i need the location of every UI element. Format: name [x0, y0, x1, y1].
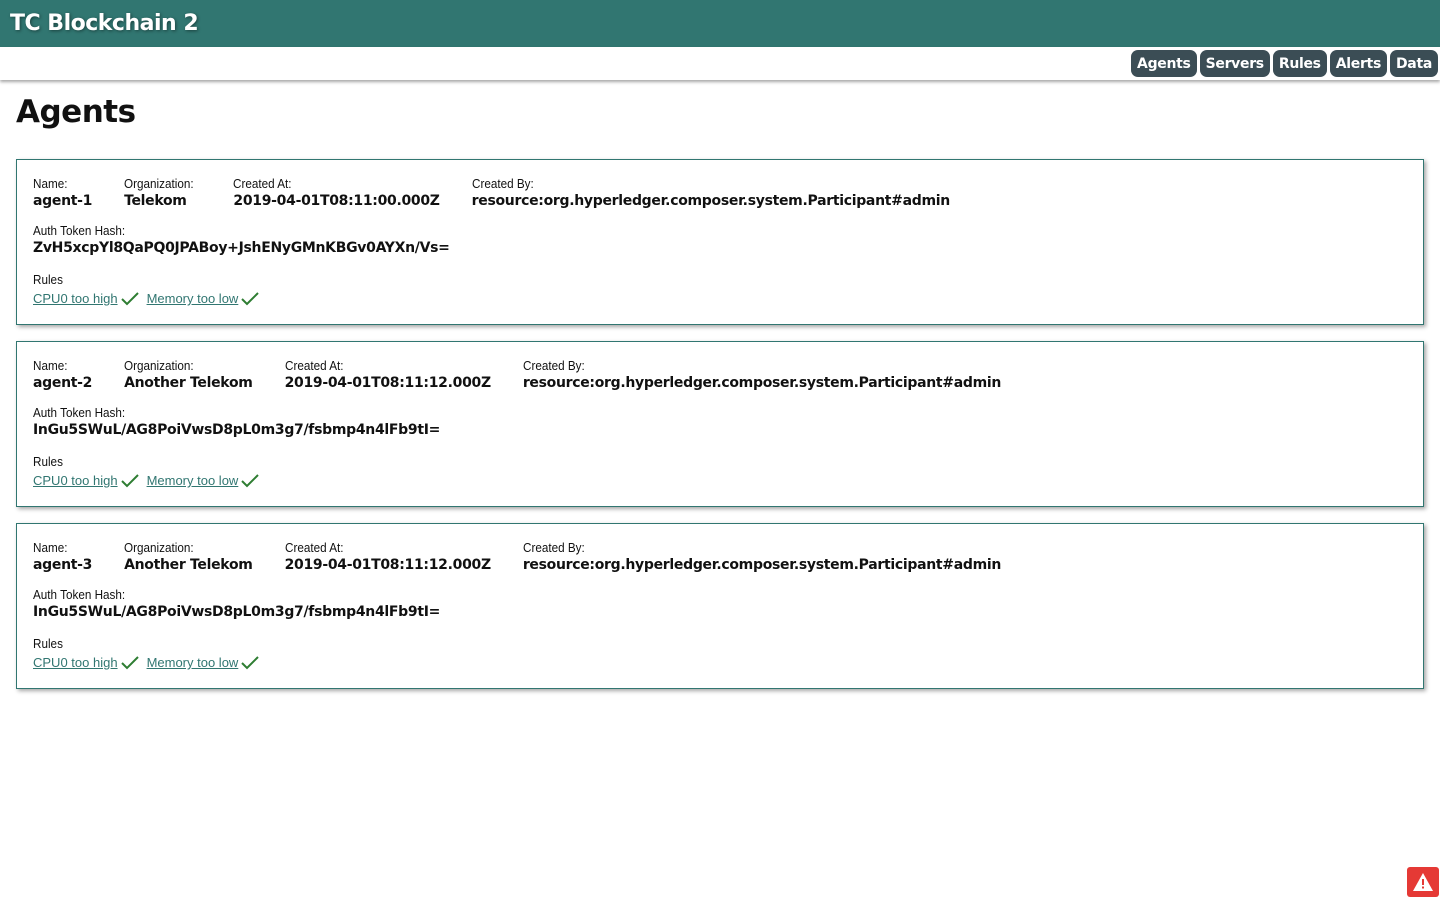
nav-alerts-button[interactable]: Alerts [1329, 50, 1387, 77]
check-icon [120, 655, 139, 669]
agent-created-at-field: Created At: 2019-04-01T08:11:12.000Z [284, 540, 492, 574]
rules-list: CPU0 too high Memory too low [33, 473, 1407, 488]
agent-created-at: 2019-04-01T08:11:12.000Z [284, 375, 492, 391]
rule-link-cpu0-too-high[interactable]: CPU0 too high [33, 291, 118, 306]
nav-agents-button[interactable]: Agents [1131, 50, 1197, 77]
agent-auth-token-hash: InGu5SWuL/AG8PoiVwsD8pL0m3g7/fsbmp4n4lFb… [33, 422, 441, 438]
rule-link-memory-too-low[interactable]: Memory too low [147, 291, 239, 306]
agent-created-at-field: Created At: 2019-04-01T08:11:12.000Z [284, 358, 492, 392]
field-label: Created By: [522, 540, 585, 555]
agent-name: agent-1 [33, 193, 93, 209]
rules-label: Rules [33, 636, 63, 651]
rules-list: CPU0 too high Memory too low [33, 291, 1407, 306]
rule-item: Memory too low [147, 655, 260, 670]
field-label: Name: [33, 358, 68, 373]
check-icon [120, 473, 139, 487]
agent-organization-field: Organization: Another Telekom [124, 358, 253, 392]
field-label: Created By: [471, 176, 534, 191]
rule-item: Memory too low [147, 291, 260, 306]
agent-auth-token-field: Auth Token Hash: InGu5SWuL/AG8PoiVwsD8pL… [33, 587, 440, 621]
agent-name: agent-3 [33, 557, 93, 573]
field-label: Created By: [522, 358, 585, 373]
agent-created-by: resource:org.hyperledger.composer.system… [471, 193, 951, 209]
app-title: TC Blockchain 2 [10, 11, 199, 36]
agent-created-at-field: Created At: 2019-04-01T08:11:00.000Z [233, 176, 440, 210]
rules-label: Rules [33, 272, 63, 287]
rule-link-cpu0-too-high[interactable]: CPU0 too high [33, 655, 118, 670]
rule-link-cpu0-too-high[interactable]: CPU0 too high [33, 473, 118, 488]
rules-label: Rules [33, 454, 63, 469]
alert-button[interactable] [1407, 867, 1439, 897]
agent-created-by-field: Created By: resource:org.hyperledger.com… [471, 176, 951, 210]
agent-card: Name: agent-3 Organization: Another Tele… [16, 523, 1424, 689]
check-icon [241, 473, 260, 487]
rule-item: CPU0 too high [33, 655, 139, 670]
check-icon [241, 291, 260, 305]
agent-organization-field: Organization: Telekom [124, 176, 201, 210]
agent-created-by-field: Created By: resource:org.hyperledger.com… [522, 540, 1002, 574]
rules-list: CPU0 too high Memory too low [33, 655, 1407, 670]
agent-organization-field: Organization: Another Telekom [124, 540, 253, 574]
agent-card: Name: agent-1 Organization: Telekom Crea… [16, 159, 1424, 325]
field-label: Created At: [233, 176, 292, 191]
agent-created-at: 2019-04-01T08:11:12.000Z [284, 557, 492, 573]
agent-auth-token-hash: ZvH5xcpYl8QaPQ0JPABoy+JshENyGMnKBGv0AYXn… [33, 240, 450, 256]
check-icon [120, 291, 139, 305]
field-label: Name: [33, 176, 68, 191]
page-title: Agents [16, 94, 136, 130]
agent-created-by: resource:org.hyperledger.composer.system… [522, 375, 1002, 391]
field-label: Created At: [284, 358, 344, 373]
field-label: Name: [33, 540, 68, 555]
rule-item: Memory too low [147, 473, 260, 488]
field-label: Auth Token Hash: [33, 223, 126, 238]
rule-link-memory-too-low[interactable]: Memory too low [147, 655, 239, 670]
field-label: Organization: [124, 358, 194, 373]
agent-created-by-field: Created By: resource:org.hyperledger.com… [522, 358, 1002, 392]
agent-card: Name: agent-2 Organization: Another Tele… [16, 341, 1424, 507]
field-label: Auth Token Hash: [33, 405, 126, 420]
agent-created-by: resource:org.hyperledger.composer.system… [522, 557, 1002, 573]
field-label: Created At: [284, 540, 344, 555]
warning-icon [1413, 873, 1433, 891]
agent-organization: Telekom [124, 193, 187, 209]
agent-auth-token-field: Auth Token Hash: ZvH5xcpYl8QaPQ0JPABoy+J… [33, 223, 450, 257]
field-label: Organization: [124, 540, 194, 555]
nav-servers-button[interactable]: Servers [1199, 50, 1270, 77]
agent-name: agent-2 [33, 375, 93, 391]
nav-rules-button[interactable]: Rules [1272, 50, 1327, 77]
nav-data-button[interactable]: Data [1389, 50, 1438, 77]
rule-link-memory-too-low[interactable]: Memory too low [147, 473, 239, 488]
agent-auth-token-field: Auth Token Hash: InGu5SWuL/AG8PoiVwsD8pL… [33, 405, 440, 439]
rule-item: CPU0 too high [33, 473, 139, 488]
agent-organization: Another Telekom [124, 557, 253, 573]
field-label: Auth Token Hash: [33, 587, 126, 602]
agent-organization: Another Telekom [124, 375, 253, 391]
check-icon [241, 655, 260, 669]
app-header: TC Blockchain 2 [0, 0, 1440, 47]
agent-name-field: Name: agent-2 [33, 358, 92, 392]
agent-name-field: Name: agent-1 [33, 176, 92, 210]
agent-auth-token-hash: InGu5SWuL/AG8PoiVwsD8pL0m3g7/fsbmp4n4lFb… [33, 604, 441, 620]
rule-item: CPU0 too high [33, 291, 139, 306]
agent-created-at: 2019-04-01T08:11:00.000Z [233, 193, 440, 209]
field-label: Organization: [124, 176, 194, 191]
nav-bar: Agents Servers Rules Alerts Data [0, 47, 1440, 80]
main-content: Agents Name: agent-1 Organization: Telek… [0, 80, 1440, 689]
agent-name-field: Name: agent-3 [33, 540, 92, 574]
